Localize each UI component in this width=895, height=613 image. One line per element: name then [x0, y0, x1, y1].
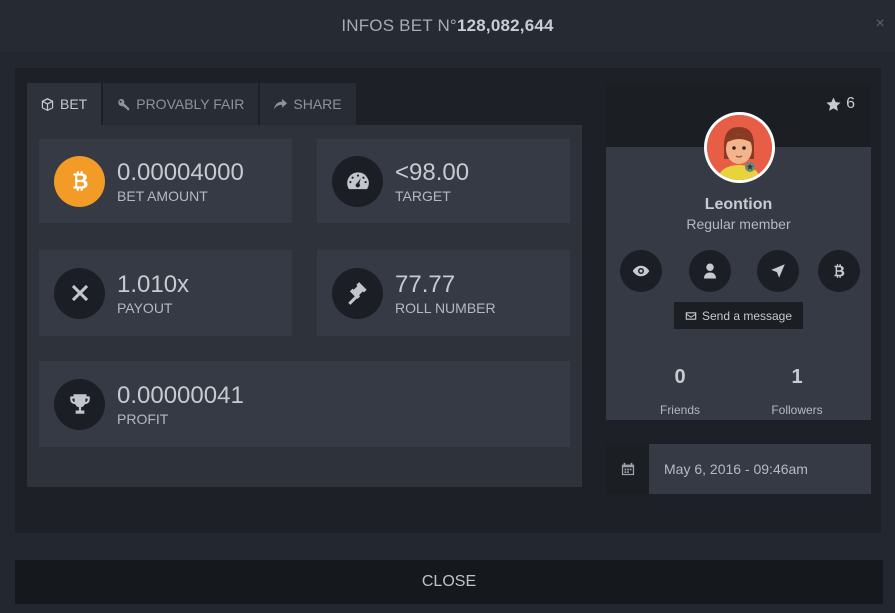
roll-number-card: 77.77 ROLL NUMBER — [317, 250, 570, 336]
modal-body: BET PROVABLY FAIR SHARE 0.00004000 BET A… — [15, 68, 881, 533]
bet-info-modal: INFOS BET N°128,082,644 × BET PROVABLY F… — [0, 0, 895, 613]
target-label: TARGET — [395, 187, 451, 204]
bet-amount-value: 0.00004000 — [117, 158, 244, 186]
stars-value: 6 — [846, 95, 855, 112]
target-value: <98.00 — [395, 158, 470, 186]
tab-bet-label: BET — [60, 96, 88, 112]
cube-icon — [41, 97, 54, 111]
roll-number-label: ROLL NUMBER — [395, 299, 496, 316]
title-prefix: INFOS BET N° — [341, 16, 457, 35]
tab-bet[interactable]: BET — [27, 83, 102, 125]
friends-label: Friends — [659, 403, 700, 417]
stars-count: 6 — [826, 95, 855, 113]
payout-card: 1.010x PAYOUT — [39, 250, 292, 336]
bet-amount-label: BET AMOUNT — [117, 187, 208, 204]
gavel-icon — [332, 267, 383, 319]
envelope-icon — [685, 311, 697, 320]
modal-title: INFOS BET N°128,082,644 — [341, 16, 553, 36]
friends-count: 0 — [674, 366, 686, 388]
location-arrow-icon — [771, 264, 785, 278]
roll-number-value: 77.77 — [395, 270, 456, 298]
tab-bar: BET PROVABLY FAIR SHARE — [27, 83, 358, 125]
share-icon — [274, 98, 288, 109]
tab-share[interactable]: SHARE — [260, 83, 356, 125]
tab-provably-fair-label: PROVABLY FAIR — [136, 96, 245, 112]
avatar-image — [707, 115, 772, 180]
times-icon — [54, 267, 105, 319]
profit-card: 0.00000041 PROFIT — [39, 361, 570, 447]
eye-icon — [632, 265, 650, 277]
target-card: <98.00 TARGET — [317, 139, 570, 223]
send-bitcoin-button[interactable] — [818, 250, 860, 292]
trophy-icon — [54, 378, 105, 430]
bet-panel: BET PROVABLY FAIR SHARE 0.00004000 BET A… — [27, 83, 582, 487]
followers-count: 1 — [791, 366, 803, 388]
bet-date: May 6, 2016 - 09:46am — [606, 444, 871, 494]
avatar[interactable] — [704, 112, 775, 183]
user-icon — [704, 263, 716, 279]
payout-label: PAYOUT — [117, 299, 173, 316]
star-icon — [826, 96, 841, 111]
view-profile-button[interactable] — [620, 250, 662, 292]
modal-header: INFOS BET N°128,082,644 × — [0, 0, 895, 52]
user-rank: Regular member — [686, 216, 791, 232]
key-icon — [118, 98, 130, 110]
bet-date-text: May 6, 2016 - 09:46am — [664, 461, 808, 477]
send-message-button[interactable]: Send a message — [674, 302, 803, 329]
tip-button[interactable] — [757, 250, 799, 292]
payout-value: 1.010x — [117, 270, 190, 298]
calendar-icon — [606, 444, 649, 494]
send-message-label: Send a message — [701, 308, 793, 323]
tab-provably-fair[interactable]: PROVABLY FAIR — [103, 83, 259, 125]
bet-tab-content: 0.00004000 BET AMOUNT <98.00 TARGET 1.01… — [27, 125, 582, 487]
tab-share-label: SHARE — [293, 96, 342, 112]
bitcoin-icon — [54, 155, 105, 207]
followers-label: Followers — [771, 403, 823, 417]
profit-value: 0.00000041 — [117, 381, 244, 409]
bet-number: 128,082,644 — [456, 16, 554, 35]
profit-label: PROFIT — [117, 410, 169, 427]
add-friend-button[interactable] — [689, 250, 731, 292]
close-icon[interactable]: × — [875, 15, 885, 33]
username[interactable]: Leontion — [606, 196, 871, 214]
bitcoin-icon — [834, 264, 845, 278]
dashboard-icon — [332, 155, 383, 207]
user-profile-card: 6 Leontion Regular member Send a message… — [606, 83, 871, 420]
bet-amount-card: 0.00004000 BET AMOUNT — [39, 139, 292, 223]
close-button[interactable]: CLOSE — [15, 560, 883, 604]
